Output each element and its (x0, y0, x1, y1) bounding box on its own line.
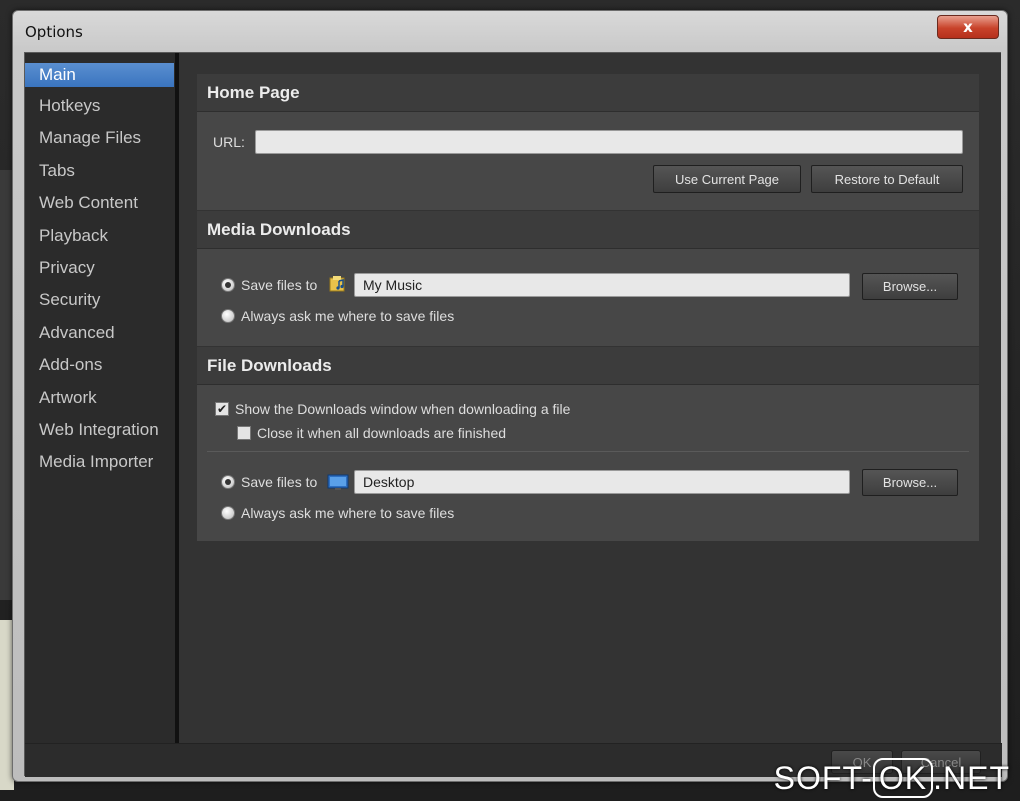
url-label: URL: (213, 134, 245, 150)
file-always-ask-radio[interactable] (221, 506, 235, 520)
file-downloads-separator (207, 451, 969, 452)
dialog-client-area: Main Hotkeys Manage Files Tabs Web Conte… (24, 52, 1002, 777)
show-downloads-label: Show the Downloads window when downloadi… (235, 401, 571, 417)
media-save-to-radio[interactable] (221, 278, 235, 292)
window-title: Options (25, 23, 83, 41)
url-input[interactable] (255, 130, 963, 154)
file-save-path-field[interactable]: Desktop (354, 470, 850, 494)
use-current-page-button[interactable]: Use Current Page (653, 165, 801, 193)
media-downloads-header: Media Downloads (197, 211, 979, 249)
watermark-box: OK (872, 758, 934, 798)
sidebar-item-web-content[interactable]: Web Content (25, 190, 175, 222)
sidebar-item-main[interactable]: Main (25, 63, 174, 87)
watermark-right: .NET (933, 760, 1010, 796)
sidebar-item-playback[interactable]: Playback (25, 223, 175, 255)
restore-to-default-button[interactable]: Restore to Default (811, 165, 963, 193)
show-downloads-checkbox[interactable]: ✔ (215, 402, 229, 416)
close-when-done-checkbox[interactable] (237, 426, 251, 440)
media-downloads-section: Media Downloads Save files to My Music B… (197, 211, 979, 346)
sidebar-item-security[interactable]: Security (25, 287, 175, 319)
sidebar-item-advanced[interactable]: Advanced (25, 320, 175, 352)
file-browse-button[interactable]: Browse... (862, 469, 958, 496)
watermark-logo: SOFT- OK .NET (773, 758, 1010, 798)
close-icon: x (963, 18, 973, 36)
sidebar-item-privacy[interactable]: Privacy (25, 255, 175, 287)
watermark-left: SOFT- (773, 760, 873, 796)
music-folder-icon (329, 276, 345, 292)
file-save-to-radio[interactable] (221, 475, 235, 489)
home-page-header: Home Page (197, 74, 979, 112)
title-bar[interactable]: Options x (13, 11, 1007, 53)
sidebar-item-web-integration[interactable]: Web Integration (25, 417, 175, 449)
sidebar: Main Hotkeys Manage Files Tabs Web Conte… (25, 53, 175, 743)
desktop-icon (327, 474, 349, 490)
media-always-ask-label: Always ask me where to save files (241, 308, 455, 324)
options-window: Options x Main Hotkeys Manage Files Tabs… (12, 10, 1008, 782)
media-browse-button[interactable]: Browse... (862, 273, 958, 300)
sidebar-item-manage-files[interactable]: Manage Files (25, 125, 175, 157)
file-downloads-header: File Downloads (197, 347, 979, 385)
sidebar-item-artwork[interactable]: Artwork (25, 385, 175, 417)
close-button[interactable]: x (937, 15, 999, 39)
file-save-to-label: Save files to (241, 474, 318, 490)
sidebar-item-tabs[interactable]: Tabs (25, 158, 175, 190)
main-content: Home Page URL: Use Current Page Restore … (179, 53, 1001, 743)
sidebar-item-add-ons[interactable]: Add-ons (25, 352, 175, 384)
sidebar-item-media-importer[interactable]: Media Importer (25, 449, 175, 481)
file-downloads-section: File Downloads ✔ Show the Downloads wind… (197, 347, 979, 541)
close-when-done-label: Close it when all downloads are finished (257, 425, 507, 441)
media-save-to-label: Save files to (241, 277, 318, 293)
media-save-path-field[interactable]: My Music (354, 273, 850, 297)
file-always-ask-label: Always ask me where to save files (241, 505, 455, 521)
home-page-section: Home Page URL: Use Current Page Restore … (197, 74, 979, 210)
media-always-ask-radio[interactable] (221, 309, 235, 323)
sidebar-item-hotkeys[interactable]: Hotkeys (25, 93, 175, 125)
